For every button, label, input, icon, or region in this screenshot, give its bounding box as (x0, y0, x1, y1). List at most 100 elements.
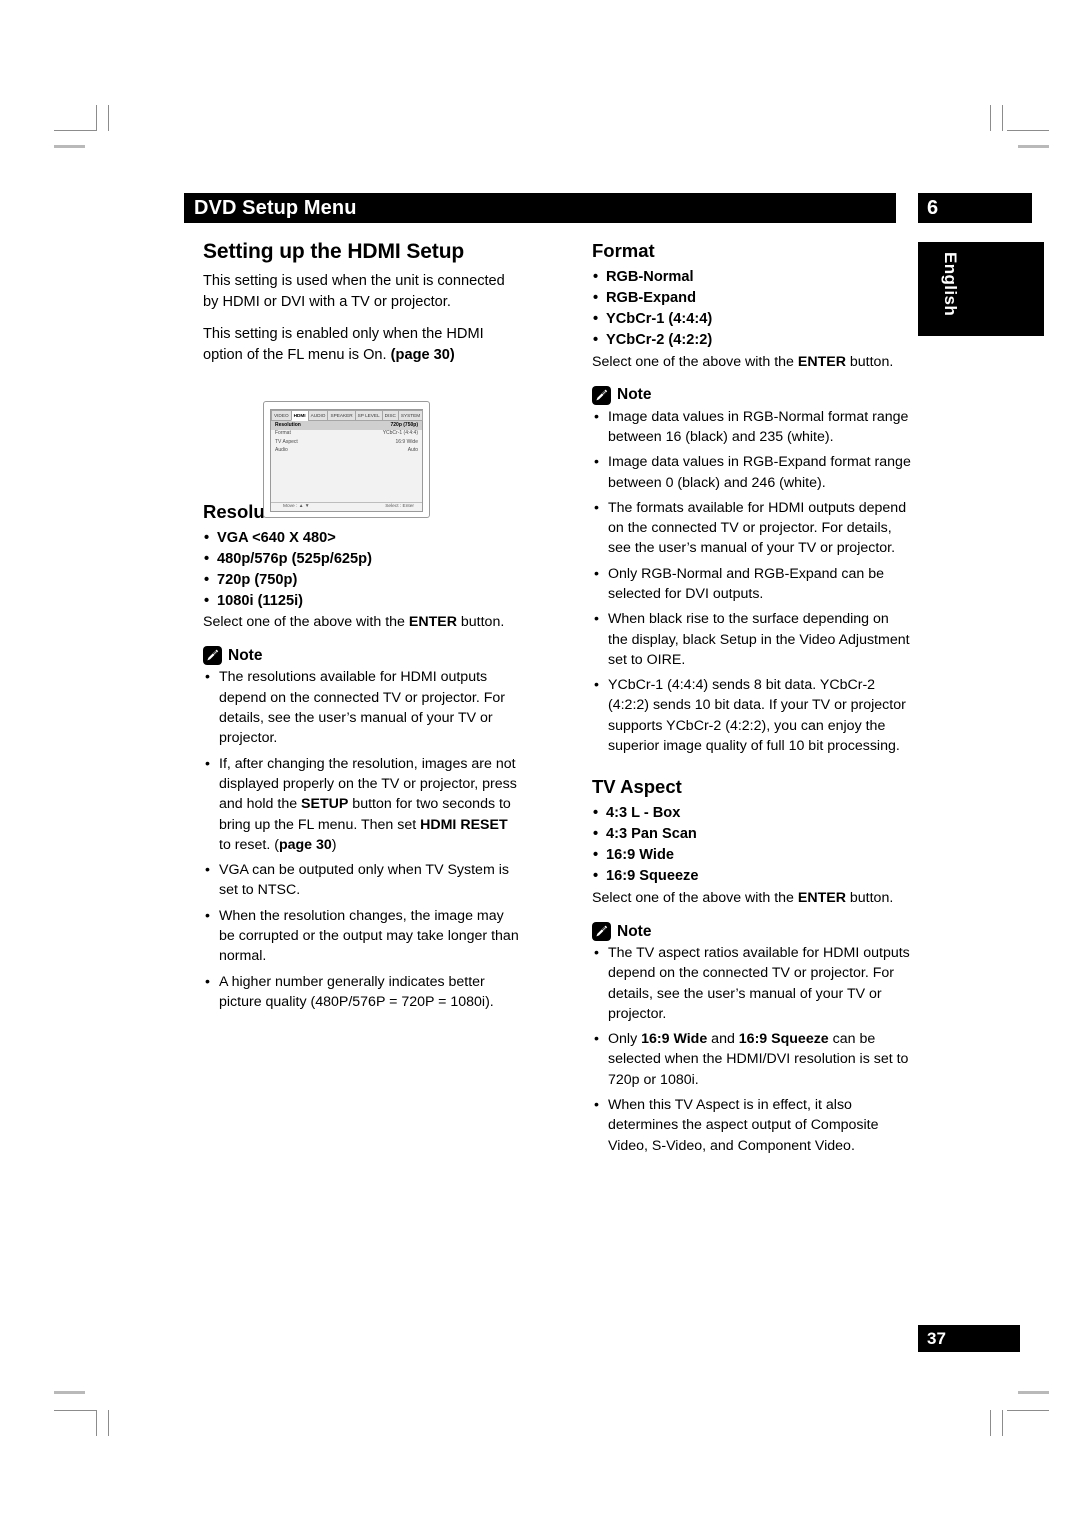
format-option: YCbCr-2 (4:2:2) (592, 330, 912, 351)
osd-row-label: Resolution (275, 421, 301, 428)
format-select-prefix: Select one of the above with the (592, 353, 798, 370)
osd-tab-sp-level[interactable]: SP LEVEL (354, 410, 382, 421)
note-label: Note (617, 922, 652, 940)
osd-row-label: Format (275, 430, 291, 437)
note-text: When the resolution changes, the image m… (219, 907, 519, 965)
language-tab-label: English (941, 252, 960, 317)
osd-row[interactable]: Audio Auto (271, 447, 422, 456)
enter-button-label: ENTER (408, 614, 457, 631)
note-item: Only 16:9 Wide and 16:9 Squeeze can be s… (592, 1029, 912, 1090)
note-item: If, after changing the resolution, image… (203, 754, 523, 855)
osd-tab-row: VIDEO HDMI AUDIO SPEAKER SP LEVEL DISC SYSTEM (271, 410, 424, 421)
resolution-option: VGA <640 X 480> (203, 528, 523, 549)
osd-footer-select-hint: Select : Enter (385, 504, 414, 509)
resolution-note-list: The resolutions available for HDMI outpu… (203, 667, 523, 1012)
emphasis-text: page 30 (278, 836, 332, 853)
emphasis-text: SETUP (301, 796, 349, 813)
crop-mark-top-right (960, 105, 1070, 175)
subsection-title-tv-aspect: TV Aspect (592, 776, 682, 798)
note-header: Note (592, 922, 912, 941)
tv-aspect-select-suffix: button. (845, 890, 894, 906)
osd-row-label: Audio (275, 447, 288, 454)
note-block-resolution: Note The resolutions available for HDMI … (203, 646, 523, 1012)
emphasis-text: 16:9 Wide (641, 1031, 708, 1048)
enter-button-label: ENTER (797, 353, 846, 370)
osd-row-value: YCbCr-1 (4:4:4) (382, 430, 418, 437)
page-header-bar: DVD Setup Menu (184, 193, 896, 223)
note-text: Only (608, 1031, 642, 1048)
tv-aspect-select-prefix: Select one of the above with the (592, 890, 798, 906)
pencil-note-icon (592, 922, 611, 941)
tv-aspect-option: 16:9 Wide (592, 845, 912, 866)
note-item: The formats available for HDMI outputs d… (592, 498, 912, 559)
format-note-list: Image data values in RGB-Normal format r… (592, 407, 912, 757)
note-block-format: Note Image data values in RGB-Normal for… (592, 385, 912, 757)
note-label: Note (617, 386, 652, 404)
format-select-suffix: button. (845, 353, 894, 370)
note-text: VGA can be outputed only when TV System … (219, 862, 509, 899)
osd-tab-audio[interactable]: AUDIO (307, 410, 328, 421)
page-reference-30: (page 30) (390, 347, 455, 364)
osd-row[interactable]: Format YCbCr-1 (4:4:4) (271, 430, 422, 439)
tv-aspect-select-hint: Select one of the above with the ENTER b… (592, 888, 912, 908)
resolution-option-list: VGA <640 X 480>480p/576p (525p/625p)720p… (203, 528, 523, 612)
osd-tab-disc[interactable]: DISC (381, 410, 398, 421)
format-option: RGB-Normal (592, 267, 912, 288)
osd-footer-move-hint: Move : ▲ ▼ (283, 504, 310, 509)
pencil-note-icon (203, 646, 222, 666)
osd-tab-video[interactable]: VIDEO (271, 410, 291, 421)
pencil-note-icon (592, 385, 611, 405)
note-text: and (707, 1031, 739, 1048)
note-text: When black rise to the surface depending… (608, 611, 910, 668)
note-text: to reset. ( (219, 836, 279, 853)
note-item: The TV aspect ratios available for HDMI … (592, 943, 912, 1024)
note-text: Image data values in RGB-Expand format r… (608, 454, 911, 491)
note-label: Note (228, 646, 263, 664)
format-option: RGB-Expand (592, 288, 912, 309)
emphasis-text: 16:9 Squeeze (738, 1031, 829, 1048)
note-item: Image data values in RGB-Normal format r… (592, 407, 912, 448)
language-tab: English (918, 242, 1044, 336)
page-title: DVD Setup Menu (194, 197, 357, 219)
left-column: Setting up the HDMI Setup This setting i… (203, 240, 523, 1017)
osd-tab-speaker[interactable]: SPEAKER (327, 410, 355, 421)
intro-paragraph-2: This setting is enabled only when the HD… (203, 324, 523, 365)
note-text: Only RGB-Normal and RGB-Expand can be se… (608, 565, 884, 602)
note-text: Image data values in RGB-Normal format r… (608, 408, 909, 445)
note-item: YCbCr-1 (4:4:4) sends 8 bit data. YCbCr-… (592, 675, 912, 756)
osd-row-label: TV Aspect (275, 438, 298, 445)
osd-settings-rows: Resolution 720p (750p) Format YCbCr-1 (4:4:… (271, 421, 422, 502)
note-item: When this TV Aspect is in effect, it als… (592, 1095, 912, 1156)
note-text: The formats available for HDMI outputs d… (608, 499, 907, 557)
tv-aspect-option: 4:3 Pan Scan (592, 824, 912, 845)
right-column: Format RGB-NormalRGB-ExpandYCbCr-1 (4:4:… (592, 240, 912, 1161)
intro-paragraph-1: This setting is used when the unit is co… (203, 273, 505, 310)
note-text: ) (331, 836, 337, 853)
note-item: When the resolution changes, the image m… (203, 906, 523, 967)
osd-tab-hdmi[interactable]: HDMI (290, 410, 308, 421)
osd-row-value: 720p (750p) (390, 421, 418, 428)
enter-button-label: ENTER (797, 890, 846, 906)
note-block-tv-aspect: Note The TV aspect ratios available for … (592, 922, 912, 1156)
resolution-option: 480p/576p (525p/625p) (203, 549, 523, 570)
note-item: A higher number generally indicates bett… (203, 972, 523, 1013)
note-text: YCbCr-1 (4:4:4) sends 8 bit data. YCbCr-… (608, 677, 906, 755)
osd-tab-system[interactable]: SYSTEM (397, 410, 424, 421)
osd-row[interactable]: Resolution 720p (750p) (271, 421, 422, 430)
resolution-option: 1080i (1125i) (203, 591, 523, 612)
note-text: The TV aspect ratios available for HDMI … (608, 945, 910, 1022)
page-number: 37 (927, 1329, 946, 1348)
osd-row[interactable]: TV Aspect 16:9 Wide (271, 438, 422, 447)
chapter-number-box: 6 (918, 193, 1032, 223)
format-option: YCbCr-1 (4:4:4) (592, 309, 912, 330)
note-item: Only RGB-Normal and RGB-Expand can be se… (592, 564, 912, 605)
resolution-select-hint: Select one of the above with the ENTER b… (203, 612, 523, 632)
subsection-title-format: Format (592, 240, 655, 261)
tv-aspect-option-list: 4:3 L - Box4:3 Pan Scan16:9 Wide16:9 Squ… (592, 803, 912, 887)
tv-aspect-note-list: The TV aspect ratios available for HDMI … (592, 943, 912, 1156)
note-item: When black rise to the surface depending… (592, 609, 912, 670)
note-text: The resolutions available for HDMI outpu… (219, 669, 506, 747)
format-select-hint: Select one of the above with the ENTER b… (592, 352, 912, 372)
osd-row-value: Auto (407, 447, 418, 454)
tv-aspect-option: 16:9 Squeeze (592, 866, 912, 887)
